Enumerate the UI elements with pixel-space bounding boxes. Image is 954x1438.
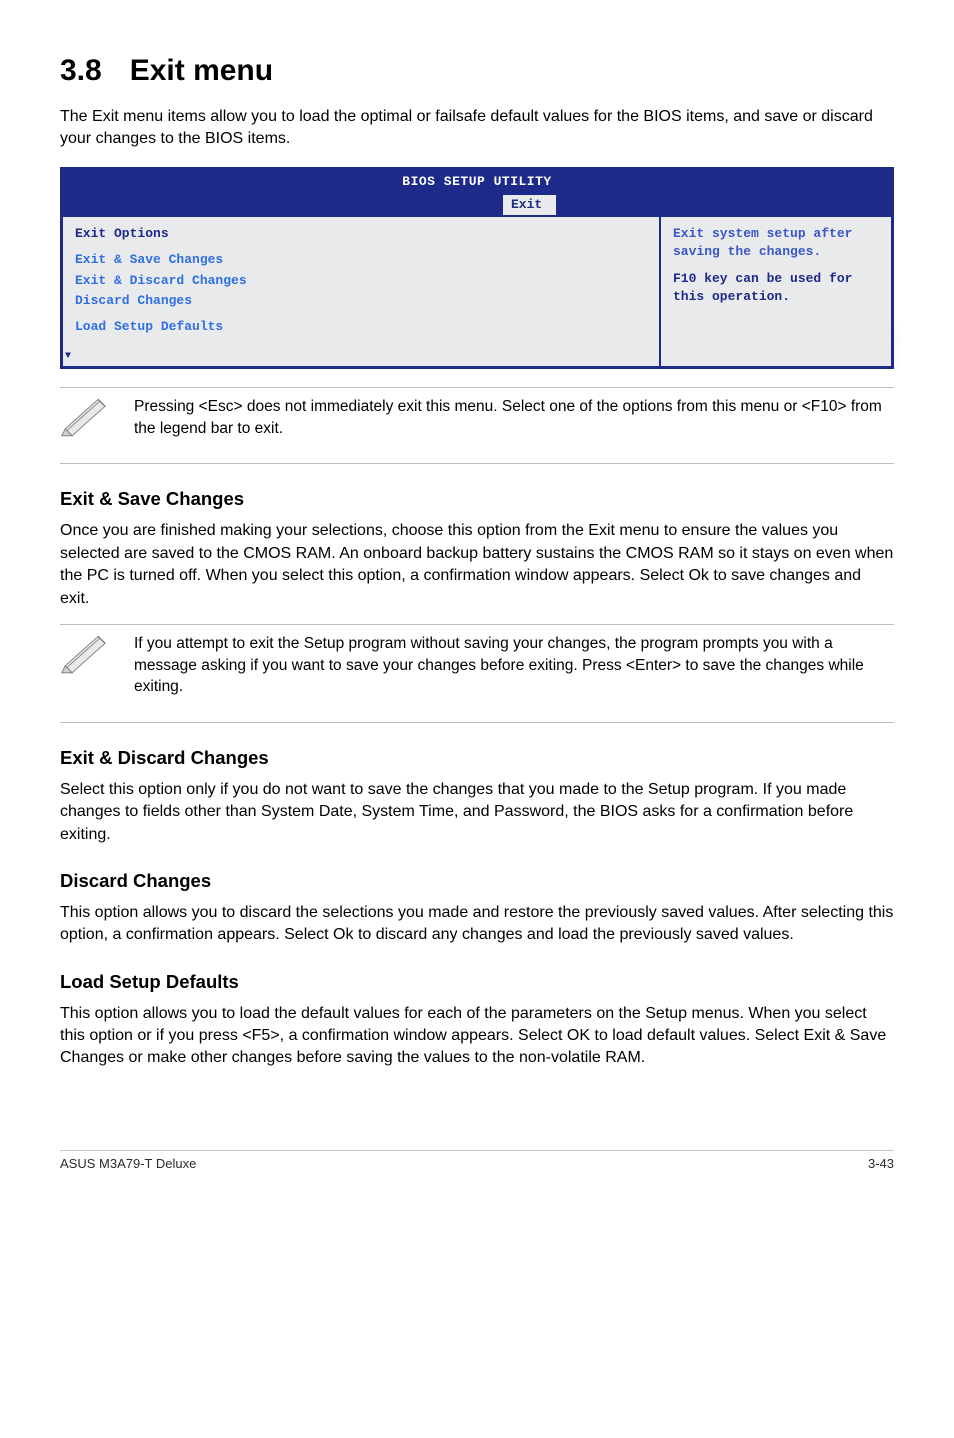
heading-load-defaults: Load Setup Defaults xyxy=(60,969,894,995)
bios-item-exit-discard[interactable]: Exit & Discard Changes xyxy=(75,272,647,290)
footer-right: 3-43 xyxy=(868,1155,894,1173)
footer-left: ASUS M3A79-T Deluxe xyxy=(60,1155,196,1173)
intro-paragraph: The Exit menu items allow you to load th… xyxy=(60,106,894,151)
bios-item-discard[interactable]: Discard Changes xyxy=(75,292,647,310)
bios-help-line2: F10 key can be used for this operation. xyxy=(673,270,879,306)
bios-item-exit-save[interactable]: Exit & Save Changes xyxy=(75,251,647,269)
divider xyxy=(60,624,894,625)
bios-setup-panel: BIOS SETUP UTILITY Exit Exit Options Exi… xyxy=(60,167,894,369)
para-exit-discard: Select this option only if you do not wa… xyxy=(60,779,894,846)
divider xyxy=(60,387,894,388)
bios-tab-bar: Exit xyxy=(63,195,891,215)
page-title: 3.8 Exit menu xyxy=(60,50,894,92)
note-block-2: If you attempt to exit the Setup program… xyxy=(60,624,894,723)
divider xyxy=(60,722,894,723)
para-discard: This option allows you to discard the se… xyxy=(60,902,894,947)
heading-exit-discard: Exit & Discard Changes xyxy=(60,745,894,771)
note-text-1: Pressing <Esc> does not immediately exit… xyxy=(134,392,894,439)
tab-exit[interactable]: Exit xyxy=(503,195,556,215)
para-exit-save: Once you are finished making your select… xyxy=(60,520,894,610)
bios-title-bar: BIOS SETUP UTILITY xyxy=(63,170,891,195)
para-load-defaults: This option allows you to load the defau… xyxy=(60,1003,894,1070)
bios-left-pane: Exit Options Exit & Save Changes Exit & … xyxy=(63,217,661,366)
section-title: Exit menu xyxy=(130,54,273,87)
pencil-note-icon xyxy=(60,392,112,438)
bios-options-heading: Exit Options xyxy=(75,225,647,243)
pencil-note-icon xyxy=(60,629,112,675)
note-block-1: Pressing <Esc> does not immediately exit… xyxy=(60,387,894,464)
page-footer: ASUS M3A79-T Deluxe 3-43 xyxy=(60,1150,894,1173)
heading-discard: Discard Changes xyxy=(60,868,894,894)
scroll-down-icon: ▼ xyxy=(65,350,71,364)
bios-item-load-defaults[interactable]: Load Setup Defaults xyxy=(75,318,647,336)
bios-help-line1: Exit system setup after saving the chang… xyxy=(673,225,879,261)
note-text-2: If you attempt to exit the Setup program… xyxy=(134,629,894,698)
bios-body: Exit Options Exit & Save Changes Exit & … xyxy=(63,215,891,366)
section-number: 3.8 xyxy=(60,54,102,87)
bios-frame: BIOS SETUP UTILITY Exit Exit Options Exi… xyxy=(60,167,894,369)
bios-help-pane: Exit system setup after saving the chang… xyxy=(661,217,891,366)
heading-exit-save: Exit & Save Changes xyxy=(60,486,894,512)
divider xyxy=(60,463,894,464)
